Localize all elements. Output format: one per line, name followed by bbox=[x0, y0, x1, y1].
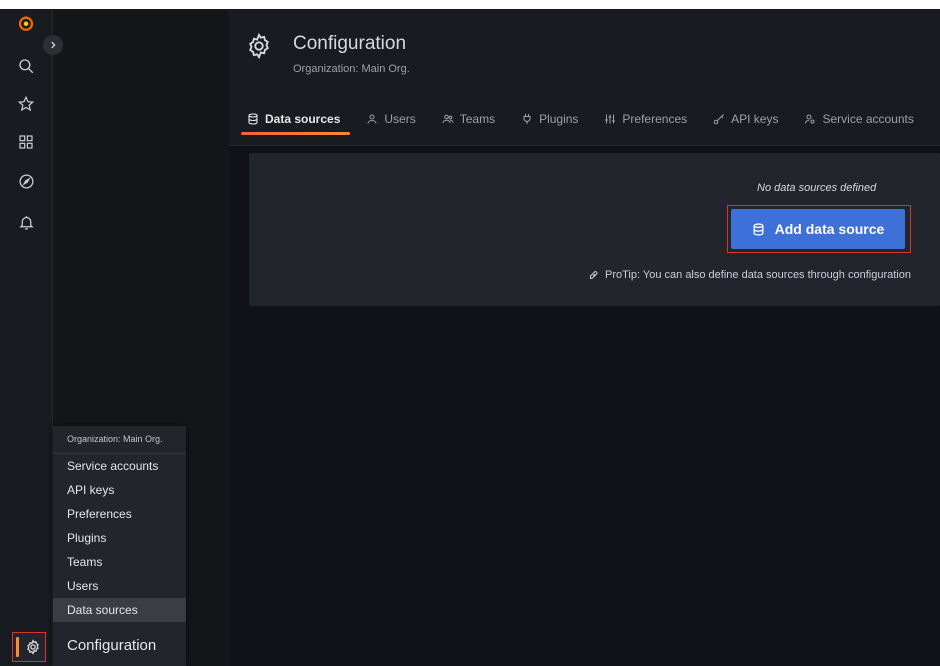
sidebar bbox=[0, 0, 53, 666]
flyout-title[interactable]: Configuration bbox=[53, 630, 186, 666]
tab-preferences[interactable]: Preferences bbox=[604, 108, 687, 130]
sliders-icon bbox=[605, 114, 616, 124]
empty-message: No data sources defined bbox=[757, 182, 877, 194]
tab-label: Plugins bbox=[539, 112, 579, 126]
explore-icon[interactable] bbox=[16, 171, 36, 191]
flyout-item-api-keys[interactable]: API keys bbox=[53, 478, 186, 502]
flyout-item-plugins[interactable]: Plugins bbox=[53, 526, 186, 550]
chevron-right-icon bbox=[51, 41, 56, 49]
plug-icon bbox=[523, 114, 531, 124]
expand-menu-button[interactable] bbox=[43, 35, 63, 55]
user-cog-icon bbox=[805, 114, 815, 124]
database-icon bbox=[248, 113, 258, 125]
tab-service-accounts[interactable]: Service accounts bbox=[804, 108, 914, 130]
tab-teams[interactable]: Teams bbox=[442, 108, 495, 130]
page-subtitle: Organization: Main Org. bbox=[293, 63, 410, 75]
main-content: No data sources defined Add data source … bbox=[229, 146, 940, 666]
dashboards-icon[interactable] bbox=[16, 132, 36, 152]
flyout-item-service-accounts[interactable]: Service accounts bbox=[53, 454, 186, 478]
rocket-icon bbox=[590, 270, 598, 280]
configuration-flyout-menu: Organization: Main Org. Service accounts… bbox=[53, 426, 186, 666]
flyout-item-teams[interactable]: Teams bbox=[53, 550, 186, 574]
tab-label: Service accounts bbox=[822, 112, 914, 126]
search-icon[interactable] bbox=[16, 56, 36, 76]
flyout-header: Organization: Main Org. bbox=[53, 426, 186, 454]
tab-label: Preferences bbox=[622, 112, 688, 126]
configuration-button[interactable] bbox=[12, 632, 46, 662]
add-data-source-button[interactable]: Add data source bbox=[731, 209, 905, 249]
empty-list-card: No data sources defined Add data source … bbox=[249, 153, 940, 306]
gear-icon bbox=[25, 639, 41, 655]
top-margin bbox=[0, 0, 940, 9]
tab-label: Teams bbox=[459, 112, 496, 126]
flyout-item-preferences[interactable]: Preferences bbox=[53, 502, 186, 526]
page-header: Configuration Organization: Main Org. Da… bbox=[229, 0, 940, 146]
page-title: Configuration bbox=[293, 33, 407, 54]
tab-data-sources[interactable]: Data sources bbox=[240, 108, 351, 135]
tab-users[interactable]: Users bbox=[366, 108, 416, 130]
gear-icon bbox=[245, 32, 273, 60]
key-icon bbox=[713, 114, 724, 125]
bell-icon[interactable] bbox=[16, 212, 36, 232]
tab-label: Users bbox=[384, 112, 416, 126]
users-icon bbox=[442, 114, 454, 124]
database-icon bbox=[753, 222, 764, 236]
star-icon[interactable] bbox=[16, 94, 36, 114]
tab-bar: Data sources Users Teams Plugins Prefere… bbox=[240, 108, 940, 135]
tab-label: Data sources bbox=[265, 112, 341, 126]
user-icon bbox=[367, 114, 377, 124]
add-data-source-label: Add data source bbox=[774, 221, 885, 237]
flyout-item-users[interactable]: Users bbox=[53, 574, 186, 598]
tab-plugins[interactable]: Plugins bbox=[521, 108, 578, 130]
tab-label: API keys bbox=[731, 112, 779, 126]
protip-label: ProTip: You can also define data sources… bbox=[605, 269, 911, 281]
protip-text: ProTip: You can also define data sources… bbox=[588, 269, 911, 281]
tab-api-keys[interactable]: API keys bbox=[713, 108, 778, 130]
grafana-logo-icon[interactable] bbox=[16, 13, 36, 33]
flyout-item-data-sources[interactable]: Data sources bbox=[53, 598, 186, 622]
active-indicator bbox=[16, 637, 19, 657]
